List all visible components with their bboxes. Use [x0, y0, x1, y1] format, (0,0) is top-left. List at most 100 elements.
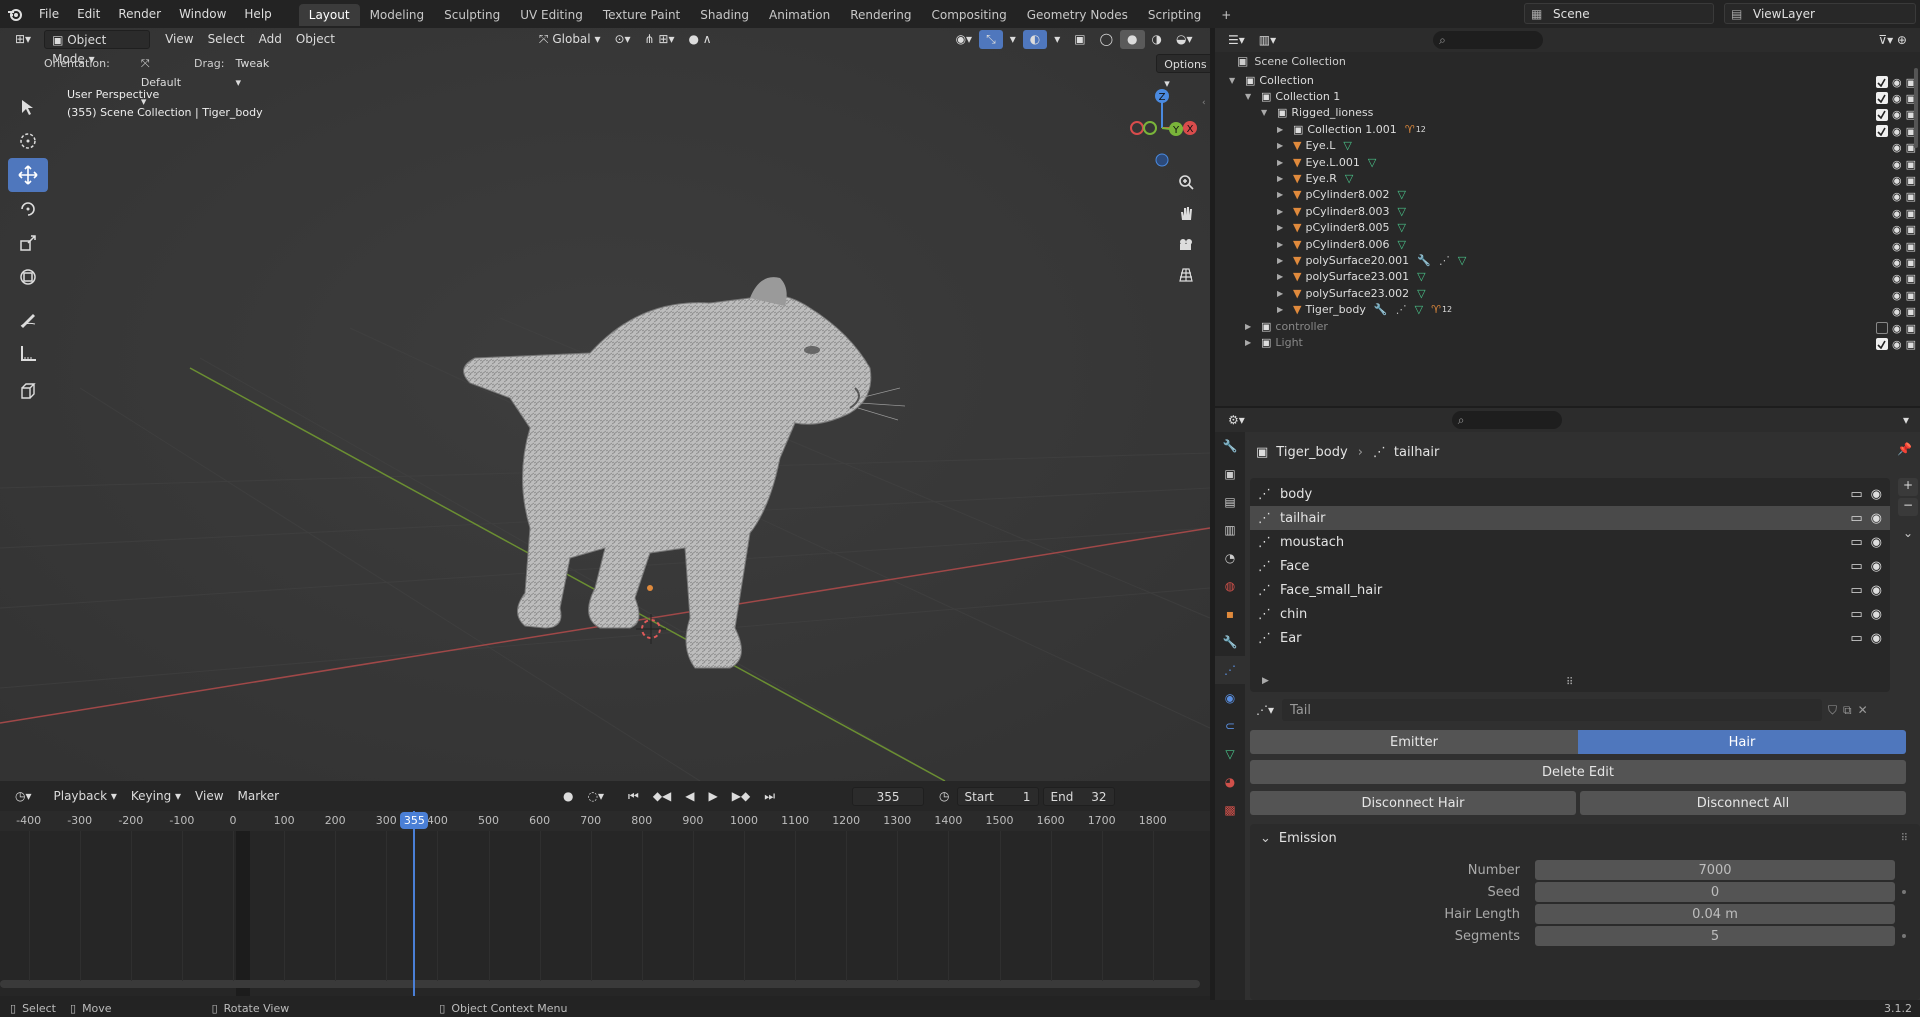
exclude-checkbox[interactable]	[1875, 125, 1888, 138]
visibility-icon[interactable]: ◉▾	[949, 30, 980, 49]
outliner-row[interactable]: ▶ ▣ Collection 1.001 ♈ 12 ◉ ▣	[1215, 121, 1920, 138]
view-layer-tab-icon[interactable]: ▥	[1215, 516, 1245, 544]
gizmo-toggle-icon[interactable]: ⤡	[979, 29, 1003, 49]
tab-layout[interactable]: Layout	[298, 4, 360, 26]
wireframe-shading-icon[interactable]: ◯	[1093, 30, 1120, 49]
viewport-display-icon[interactable]: ▭	[1850, 559, 1862, 574]
eye-icon[interactable]: ◉	[1892, 158, 1902, 171]
move-tool-icon[interactable]	[8, 158, 48, 192]
current-frame-field[interactable]: 355	[852, 786, 925, 806]
preview-range-icon[interactable]: ◷	[932, 787, 956, 806]
eye-icon[interactable]: ◉	[1892, 174, 1902, 187]
eye-icon[interactable]: ◉	[1892, 108, 1902, 121]
3d-viewport[interactable]: ⊞▾ ▣ Object Mode ▾ View Select Add Objec…	[0, 28, 1210, 781]
menu-add[interactable]: Add	[252, 30, 289, 49]
sidebar-toggle-icon[interactable]: ‹	[1202, 98, 1206, 108]
particle-system-item[interactable]: ⋰ Face ▭ ◉	[1250, 554, 1890, 578]
expand-toggle-icon[interactable]: ▶	[1277, 256, 1289, 265]
particles-tab-icon[interactable]: ⋰	[1215, 656, 1245, 684]
drag-dropdown[interactable]: Tweak ▾	[228, 54, 276, 89]
solid-shading-icon[interactable]: ●	[1120, 29, 1145, 49]
camera-render-icon[interactable]: ▣	[1906, 223, 1916, 236]
particle-system-list[interactable]: ⋰ body ▭ ◉ ⋰ tailhair ▭ ◉ ⋰ moustach ▭ ◉ ⋰ Face ▭ ◉ ⋰ Fac…	[1250, 478, 1890, 692]
end-frame-field[interactable]: End 32	[1042, 786, 1115, 806]
pin-icon[interactable]: 📌	[1897, 442, 1912, 456]
list-resize-handle-icon[interactable]: ⠿	[1566, 677, 1573, 688]
render-tab-icon[interactable]: ▣	[1215, 460, 1245, 488]
expand-toggle-icon[interactable]: ▶	[1277, 240, 1289, 249]
tab-sculpting[interactable]: Sculpting	[434, 4, 510, 26]
playhead-line[interactable]	[413, 811, 416, 996]
texture-tab-icon[interactable]: ▩	[1215, 796, 1245, 824]
outliner-row[interactable]: ▶ ▼ polySurface23.002 ▽ ◉ ▣	[1215, 285, 1920, 302]
particle-system-item[interactable]: ⋰ Face_small_hair ▭ ◉	[1250, 578, 1890, 602]
perspective-toggle-icon[interactable]	[1172, 261, 1200, 289]
play-reverse-icon[interactable]: ◀	[678, 787, 701, 806]
outliner-row[interactable]: ▼ ▣ Collection 1 ◉ ▣	[1215, 88, 1920, 105]
outliner-row[interactable]: ▶ ▣ controller ◉ ▣	[1215, 318, 1920, 335]
pivot-icon[interactable]: ⊙▾	[607, 30, 637, 49]
mesh-data-icon[interactable]: ▽	[1417, 270, 1425, 283]
camera-render-icon[interactable]: ▣	[1906, 158, 1916, 171]
eye-icon[interactable]: ◉	[1892, 223, 1902, 236]
expand-toggle-icon[interactable]: ▼	[1229, 76, 1241, 85]
exclude-checkbox[interactable]	[1875, 76, 1888, 88]
menu-edit[interactable]: Edit	[68, 0, 109, 28]
outliner-row[interactable]: ▶ ▼ pCylinder8.005 ▽ ◉ ▣	[1215, 220, 1920, 236]
xray-icon[interactable]: ▣	[1067, 30, 1092, 49]
tab-animation[interactable]: Animation	[759, 4, 840, 26]
eye-icon[interactable]: ◉	[1892, 305, 1902, 318]
add-particle-system-button[interactable]: +	[1898, 478, 1918, 496]
eye-icon[interactable]: ◉	[1892, 207, 1902, 220]
modifier-icon[interactable]: 🔧	[1417, 254, 1431, 267]
specials-menu-chevron-icon[interactable]: ⌄	[1898, 526, 1918, 544]
expand-toggle-icon[interactable]: ▶	[1277, 190, 1289, 199]
world-tab-icon[interactable]: ◍	[1215, 572, 1245, 600]
outliner-row[interactable]: ▶ ▼ polySurface23.001 ▽ ◉ ▣	[1215, 269, 1920, 285]
exclude-checkbox[interactable]	[1875, 322, 1888, 334]
menu-help[interactable]: Help	[235, 0, 280, 28]
camera-render-icon[interactable]: ▣	[1906, 338, 1916, 351]
jump-start-icon[interactable]: ⏮	[621, 787, 646, 806]
viewport-display-icon[interactable]: ▭	[1850, 583, 1862, 598]
data-tab-icon[interactable]: ▽	[1215, 740, 1245, 768]
outliner-row[interactable]: ▼ ▣ Rigged_lioness ◉ ▣	[1215, 105, 1920, 121]
expand-toggle-icon[interactable]: ▼	[1261, 108, 1273, 117]
keying-set-icon[interactable]: ◌▾	[581, 787, 612, 806]
particle-system-item[interactable]: ⋰ chin ▭ ◉	[1250, 602, 1890, 626]
remove-particle-system-button[interactable]: −	[1898, 498, 1918, 516]
keyframe-dot-icon[interactable]	[1902, 934, 1906, 938]
expand-toggle-icon[interactable]: ▶	[1277, 174, 1289, 183]
mesh-data-icon[interactable]: ▽	[1458, 254, 1466, 267]
start-frame-field[interactable]: Start 1	[956, 786, 1039, 806]
chevron-down-icon[interactable]: ▾	[1003, 30, 1023, 49]
armature-icon[interactable]: ♈	[1405, 123, 1415, 136]
editor-type-icon[interactable]: ⊞▾	[8, 30, 38, 49]
eye-icon[interactable]: ◉	[1892, 256, 1902, 269]
menu-keying[interactable]: Keying ▾	[124, 787, 188, 806]
exclude-checkbox[interactable]	[1875, 338, 1888, 351]
expand-toggle-icon[interactable]: ▶	[1277, 272, 1289, 281]
expand-list-icon[interactable]: ▶	[1262, 676, 1269, 686]
outliner-row[interactable]: ▶ ▼ Eye.R ▽ ◉ ▣	[1215, 170, 1920, 187]
scale-tool-icon[interactable]	[8, 226, 48, 260]
camera-render-icon[interactable]: ▣	[1906, 240, 1916, 253]
camera-render-icon[interactable]: ▣	[1906, 207, 1916, 220]
particle-system-item[interactable]: ⋰ Ear ▭ ◉	[1250, 626, 1890, 650]
outliner-row[interactable]: ▶ ▼ Eye.L ▽ ◉ ▣	[1215, 138, 1920, 154]
eye-icon[interactable]: ◉	[1892, 272, 1902, 285]
tab-rendering[interactable]: Rendering	[840, 4, 921, 26]
eye-icon[interactable]: ◉	[1892, 338, 1902, 351]
view-layer-selector[interactable]: ▤ ViewLayer	[1724, 3, 1916, 24]
filter-icon[interactable]: ⊽▾ ⊕	[1871, 31, 1914, 50]
delete-edit-button[interactable]: Delete Edit	[1250, 760, 1906, 784]
viewport-display-icon[interactable]: ▭	[1850, 511, 1862, 526]
menu-view[interactable]: View	[158, 30, 200, 49]
eye-icon[interactable]: ◉	[1892, 125, 1902, 138]
zoom-icon[interactable]	[1172, 168, 1200, 196]
render-camera-icon[interactable]: ◉	[1871, 511, 1882, 526]
emission-field-value[interactable]: 5	[1535, 926, 1895, 946]
render-camera-icon[interactable]: ◉	[1871, 631, 1882, 646]
modifiers-tab-icon[interactable]: 🔧	[1215, 628, 1245, 656]
timeline-editor-type-icon[interactable]: ◷▾	[8, 787, 39, 806]
